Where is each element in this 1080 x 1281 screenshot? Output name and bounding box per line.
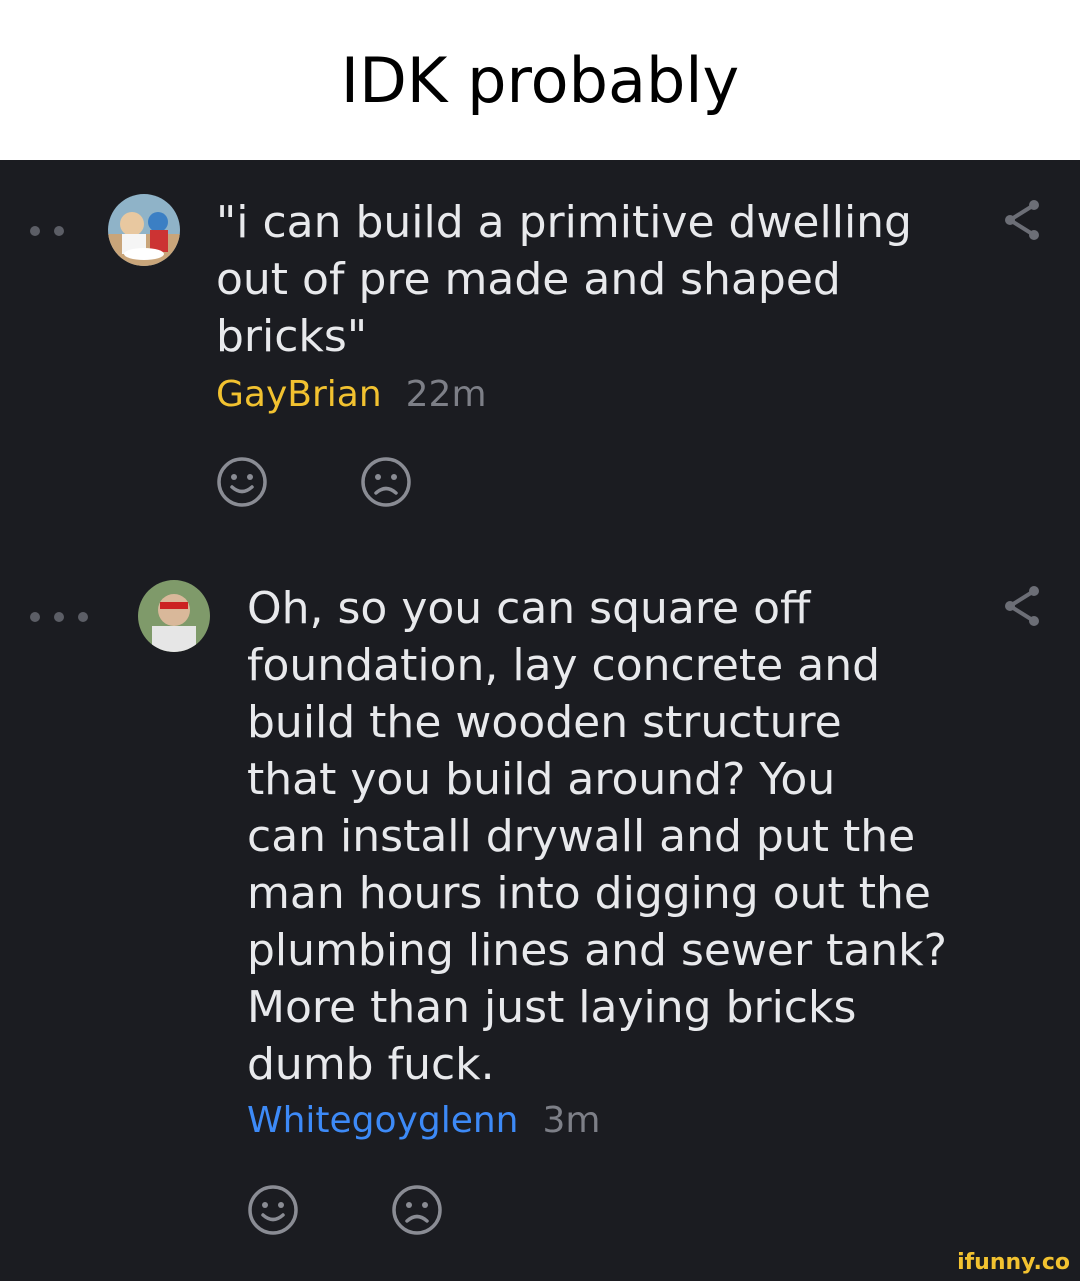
smile-icon[interactable] (216, 456, 268, 508)
reaction-buttons (216, 456, 412, 508)
comment-meta: GayBrian 22m (216, 374, 487, 415)
comment-thread: "i can build a primitive dwelling out of… (0, 160, 1080, 1281)
username[interactable]: GayBrian (216, 374, 382, 415)
username[interactable]: Whitegoyglenn (247, 1100, 519, 1141)
avatar[interactable] (138, 580, 210, 652)
comment-meta: Whitegoyglenn 3m (247, 1100, 600, 1141)
share-icon[interactable] (1002, 584, 1042, 628)
comment-text: Oh, so you can square off foundation, la… (247, 583, 948, 1090)
ifunny-watermark: ifunny.co (957, 1250, 1070, 1275)
share-icon[interactable] (1002, 198, 1042, 242)
frown-icon[interactable] (391, 1184, 443, 1236)
meme-caption: IDK probably (0, 0, 1080, 160)
timestamp: 3m (542, 1100, 601, 1141)
avatar[interactable] (108, 194, 180, 266)
thread-depth-dots (30, 226, 64, 236)
reaction-buttons (247, 1184, 443, 1236)
smile-icon[interactable] (247, 1184, 299, 1236)
thread-depth-dots (30, 612, 88, 622)
comment-text: "i can build a primitive dwelling out of… (216, 197, 912, 362)
timestamp: 22m (405, 374, 487, 415)
caption-text: IDK probably (340, 43, 740, 117)
frown-icon[interactable] (360, 456, 412, 508)
